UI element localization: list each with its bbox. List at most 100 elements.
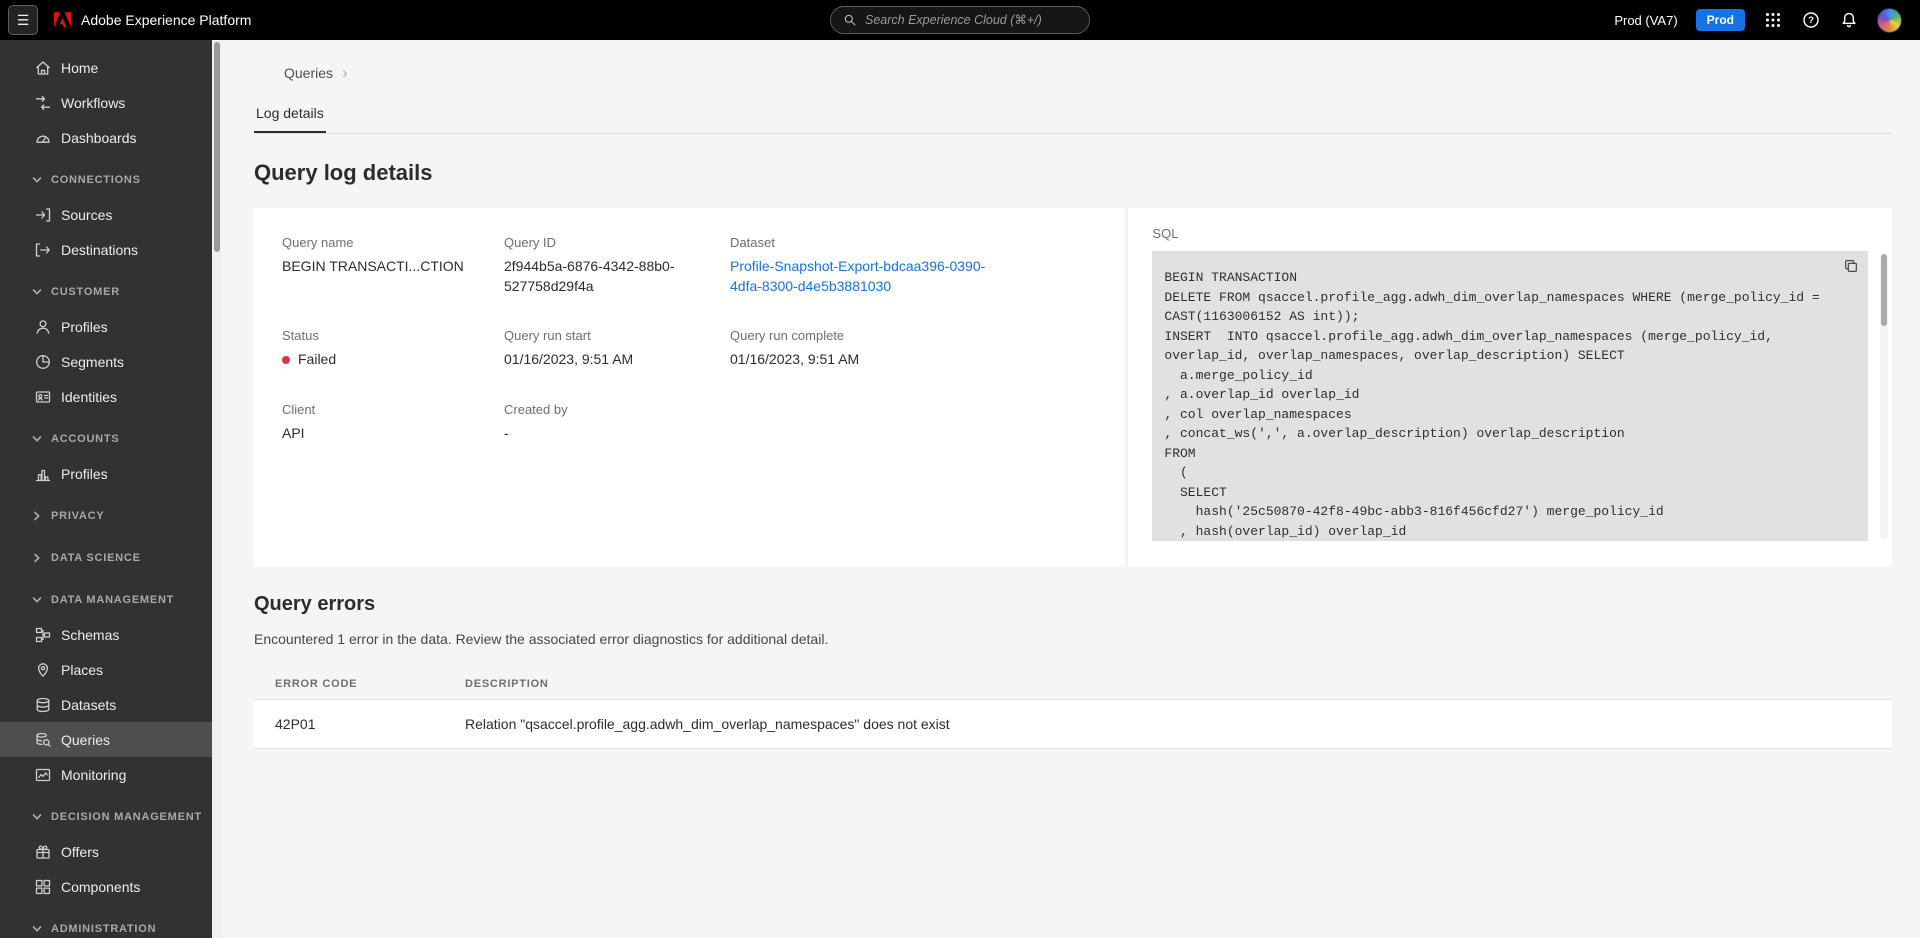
copy-icon — [1845, 259, 1857, 272]
field-label: Query ID — [504, 235, 557, 250]
sidebar-item-label: Profiles — [61, 318, 108, 335]
sidebar-item-destinations[interactable]: Destinations — [0, 232, 212, 267]
status-badge: Failed — [282, 350, 504, 370]
sidebar-item-label: Identities — [61, 388, 118, 405]
page-title: Query log details — [254, 160, 433, 185]
field-label: Query name — [282, 235, 354, 250]
sidebar-item-label: Monitoring — [61, 766, 127, 783]
brand: Adobe Experience Platform — [54, 12, 251, 28]
sidebar-section-label: ADMINISTRATION — [51, 922, 157, 935]
field-label: Client — [282, 401, 316, 417]
tab-log-details[interactable]: Log details — [254, 99, 326, 133]
tab-bar: Log details — [254, 99, 1892, 134]
sidebar-section-label: CONNECTIONS — [51, 173, 141, 186]
topbar: ☰ Adobe Experience Platform Prod (VA7) P… — [0, 0, 1920, 40]
error-code-cell: 42P01 — [254, 699, 444, 749]
chevron-right-icon — [34, 553, 40, 562]
workflows-icon — [35, 95, 51, 110]
sidebar-item-monitoring[interactable]: Monitoring — [0, 757, 212, 792]
sidebar-section-decision-management[interactable]: DECISION MANAGEMENT — [0, 799, 212, 834]
app-switcher-button[interactable] — [1763, 10, 1783, 30]
sidebar-item-components[interactable]: Components — [0, 869, 212, 904]
grid-icon — [1766, 13, 1780, 27]
field-value: 01/16/2023, 9:51 AM — [504, 351, 634, 368]
sidebar-item-offers[interactable]: Offers — [0, 834, 212, 869]
sidebar-scrollbar[interactable] — [212, 40, 222, 938]
description-header: DESCRIPTION — [444, 669, 1892, 700]
query-details-grid: Query name BEGIN TRANSACTI...CTION Query… — [282, 235, 1097, 443]
field-label: Status — [282, 328, 319, 344]
sources-icon — [35, 207, 51, 222]
sidebar-item-sources[interactable]: Sources — [0, 197, 212, 232]
sidebar-item-label: Offers — [61, 843, 99, 860]
dataset-link[interactable]: Profile-Snapshot-Export-bdcaa396-0390-4d… — [730, 257, 988, 296]
sidebar-section-data-science[interactable]: DATA SCIENCE — [0, 540, 212, 575]
notifications-button[interactable] — [1839, 10, 1859, 30]
sidebar-item-identities[interactable]: Identities — [0, 379, 212, 414]
sidebar-section-label: CUSTOMER — [51, 285, 120, 298]
sidebar-item-label: Destinations — [61, 241, 139, 258]
sidebar-section-label: DATA MANAGEMENT — [51, 593, 175, 606]
sidebar-item-datasets[interactable]: Datasets — [0, 687, 212, 722]
sidebar-item-profiles[interactable]: Profiles — [0, 309, 212, 344]
sidebar-section-customer[interactable]: CUSTOMER — [0, 274, 212, 309]
chevron-right-icon — [34, 511, 40, 520]
sidebar-section-accounts[interactable]: ACCOUNTS — [0, 421, 212, 456]
schemas-icon — [35, 627, 51, 642]
sidebar-item-queries[interactable]: Queries — [0, 722, 212, 757]
field-query-id: Query ID 2f944b5a-6876-4342-88b0-527758d… — [504, 235, 730, 296]
sidebar-scrollbar-thumb[interactable] — [214, 42, 220, 252]
adobe-logo-icon — [54, 12, 71, 28]
field-client: Client API — [282, 402, 504, 444]
chevron-down-icon — [32, 925, 42, 932]
person-icon — [36, 319, 50, 334]
field-label: Query run complete — [730, 328, 845, 344]
breadcrumb-queries[interactable]: Queries — [284, 65, 333, 81]
sidebar-item-places[interactable]: Places — [0, 652, 212, 687]
sidebar-item-label: Places — [61, 661, 104, 678]
hamburger-icon: ☰ — [16, 11, 30, 28]
sidebar-section-administration[interactable]: ADMINISTRATION — [0, 911, 212, 938]
help-button[interactable]: ? — [1801, 10, 1821, 30]
field-status: Status Failed — [282, 328, 504, 370]
environment-badge[interactable]: Prod — [1695, 9, 1745, 31]
field-label: Created by — [504, 401, 568, 417]
sidebar-item-segments[interactable]: Segments — [0, 344, 212, 379]
field-query-name: Query name BEGIN TRANSACTI...CTION — [282, 235, 504, 296]
search-input[interactable] — [865, 13, 1077, 27]
sql-scrollbar-thumb[interactable] — [1881, 254, 1887, 326]
sql-scrollbar[interactable] — [1880, 254, 1888, 539]
gift-icon — [36, 844, 50, 859]
dashboards-icon — [36, 135, 50, 143]
copy-sql-button[interactable] — [1841, 257, 1861, 277]
sidebar-item-schemas[interactable]: Schemas — [0, 617, 212, 652]
field-query-run-complete: Query run complete 01/16/2023, 9:51 AM — [730, 328, 1097, 370]
sidebar-item-label: Datasets — [61, 696, 117, 713]
user-avatar[interactable] — [1877, 7, 1902, 33]
sidebar-item-home[interactable]: Home — [0, 50, 212, 85]
chevron-down-icon — [32, 435, 42, 442]
monitoring-icon — [35, 768, 51, 781]
sidebar-section-privacy[interactable]: PRIVACY — [0, 498, 212, 533]
sidebar-section-data-management[interactable]: DATA MANAGEMENT — [0, 582, 212, 617]
sidebar-item-label: Components — [61, 878, 141, 895]
sidebar-item-accounts-profiles[interactable]: Profiles — [0, 456, 212, 491]
chevron-down-icon — [32, 288, 42, 295]
svg-text:?: ? — [1808, 15, 1814, 26]
sidebar-item-label: Workflows — [61, 94, 126, 111]
sidebar-item-label: Dashboards — [61, 129, 137, 146]
error-table-header-row: ERROR CODE DESCRIPTION — [254, 669, 1892, 700]
sidebar-section-label: PRIVACY — [51, 509, 105, 522]
error-code-header: ERROR CODE — [254, 669, 444, 700]
sidebar-item-workflows[interactable]: Workflows — [0, 85, 212, 120]
hamburger-menu-button[interactable]: ☰ — [8, 5, 38, 35]
datasets-icon — [36, 697, 50, 712]
sidebar-section-connections[interactable]: CONNECTIONS — [0, 162, 212, 197]
sidebar-section-label: DATA SCIENCE — [51, 551, 141, 564]
query-errors-title: Query errors — [254, 593, 376, 615]
sidebar-item-dashboards[interactable]: Dashboards — [0, 120, 212, 155]
field-created-by: Created by - — [504, 402, 730, 444]
sidebar-item-label: Segments — [61, 353, 125, 370]
environment-label: Prod (VA7) — [1614, 12, 1678, 28]
sidebar-item-label: Sources — [61, 206, 113, 223]
